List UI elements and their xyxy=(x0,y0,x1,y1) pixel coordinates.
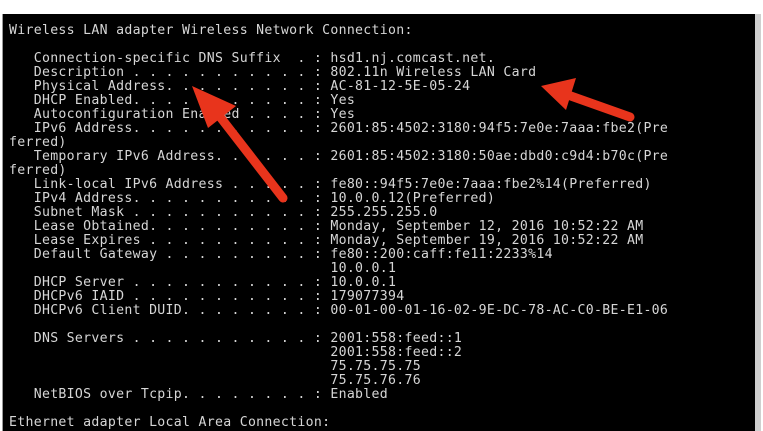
temp-ipv6-wrap-line: ferred) xyxy=(9,163,67,178)
link-local-ipv6-line: Link-local IPv6 Address . . . . . : fe80… xyxy=(9,177,652,192)
dns-server-4-line: 75.75.76.76 xyxy=(9,373,421,388)
dns-suffix-line: Connection-specific DNS Suffix . : hsd1.… xyxy=(9,51,496,66)
ipv4-address-line: IPv4 Address. . . . . . . . . . . : 10.0… xyxy=(9,191,496,206)
dhcpv6-duid-line: DHCPv6 Client DUID. . . . . . . . : 00-0… xyxy=(9,303,669,318)
description-line: Description . . . . . . . . . . . : 802.… xyxy=(9,65,537,80)
adapter-header: Wireless LAN adapter Wireless Network Co… xyxy=(9,23,413,38)
netbios-line: NetBIOS over Tcpip. . . . . . . . : Enab… xyxy=(9,387,389,402)
dns-server-2-line: 2001:558:feed::2 xyxy=(9,345,463,360)
screenshot-frame: Wireless LAN adapter Wireless Network Co… xyxy=(0,0,763,431)
subnet-mask-line: Subnet Mask . . . . . . . . . . . : 255.… xyxy=(9,205,438,220)
ipv6-address-line: IPv6 Address. . . . . . . . . . . : 2601… xyxy=(9,121,669,136)
default-gateway-line: Default Gateway . . . . . . . . . : fe80… xyxy=(9,247,553,262)
dhcp-enabled-line: DHCP Enabled. . . . . . . . . . . : Yes xyxy=(9,93,356,108)
physical-address-line: Physical Address. . . . . . . . . : AC-8… xyxy=(9,79,471,94)
temp-ipv6-line: Temporary IPv6 Address. . . . . . : 2601… xyxy=(9,149,669,164)
scrollbar[interactable] xyxy=(755,14,761,431)
command-prompt-console[interactable]: Wireless LAN adapter Wireless Network Co… xyxy=(2,14,761,431)
dhcpv6-iaid-line: DHCPv6 IAID . . . . . . . . . . . : 1790… xyxy=(9,289,405,304)
dhcp-server-line: DHCP Server . . . . . . . . . . . : 10.0… xyxy=(9,275,397,290)
lease-expires-line: Lease Expires . . . . . . . . . . : Mond… xyxy=(9,233,644,248)
dns-server-3-line: 75.75.75.75 xyxy=(9,359,421,374)
ipv6-wrap-line: ferred) xyxy=(9,135,67,150)
autoconfig-line: Autoconfiguration Enabled . . . . : Yes xyxy=(9,107,356,122)
ethernet-adapter-header: Ethernet adapter Local Area Connection: xyxy=(9,415,331,430)
lease-obtained-line: Lease Obtained. . . . . . . . . . : Mond… xyxy=(9,219,644,234)
dns-servers-line: DNS Servers . . . . . . . . . . . : 2001… xyxy=(9,331,463,346)
gateway-ipv4-line: 10.0.0.1 xyxy=(9,261,397,276)
